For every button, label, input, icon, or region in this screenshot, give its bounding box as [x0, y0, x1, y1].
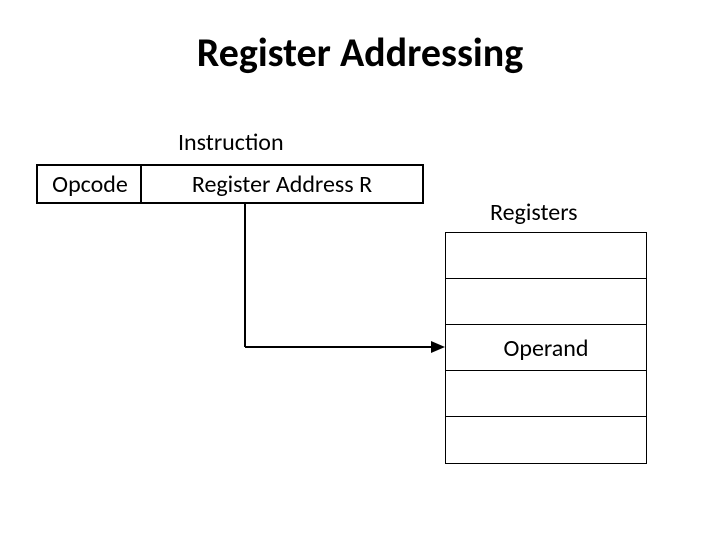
diagram-canvas: Register Addressing Instruction Opcode R…: [0, 0, 720, 540]
pointer-arrow: [0, 0, 720, 540]
